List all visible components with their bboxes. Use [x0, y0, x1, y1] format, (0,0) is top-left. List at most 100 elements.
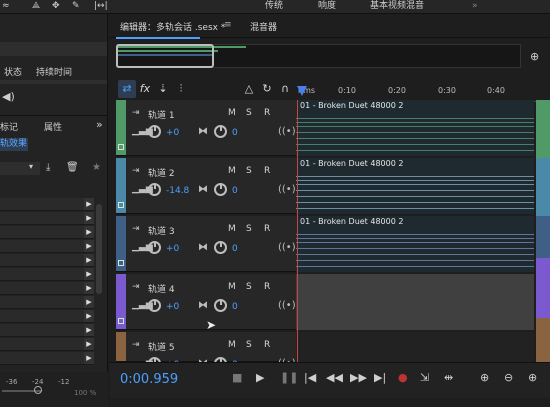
- col-duration[interactable]: 持续时间: [36, 65, 72, 78]
- effect-slot[interactable]: ▶: [0, 268, 94, 281]
- fx-icon[interactable]: fx: [136, 80, 154, 98]
- tab-mixer[interactable]: 混音器: [250, 20, 277, 33]
- tab-track-effects[interactable]: 轨效果: [0, 138, 28, 151]
- volume-value[interactable]: +0: [166, 302, 179, 312]
- effect-slot[interactable]: ▶: [0, 310, 94, 323]
- workspace-loudness[interactable]: 响度: [318, 0, 336, 12]
- trash-icon[interactable]: 🗑: [66, 162, 79, 173]
- record-arm-button[interactable]: R: [264, 340, 270, 350]
- record-arm-button[interactable]: R: [264, 282, 270, 292]
- eq-icon[interactable]: ⫶: [172, 80, 190, 98]
- go-to-start-icon[interactable]: |◀: [304, 371, 316, 384]
- track-name[interactable]: 轨道 3: [148, 224, 175, 237]
- pause-icon[interactable]: ❚❚: [280, 371, 298, 384]
- skip-selection-icon[interactable]: ⇹: [444, 371, 453, 384]
- workspace-more-icon[interactable]: »: [472, 0, 478, 12]
- record-icon[interactable]: ●: [398, 371, 408, 384]
- record-arm-button[interactable]: R: [264, 108, 270, 118]
- rewind-icon[interactable]: ◀◀: [326, 371, 343, 384]
- play-arrow-icon[interactable]: ▶: [84, 240, 94, 252]
- record-arm-button[interactable]: R: [264, 224, 270, 234]
- col-status[interactable]: 状态: [4, 65, 22, 78]
- mute-button[interactable]: M: [228, 166, 236, 176]
- track-name[interactable]: 轨道 2: [148, 166, 175, 179]
- track-select-box[interactable]: [118, 144, 124, 150]
- solo-button[interactable]: S: [246, 108, 252, 118]
- play-arrow-icon[interactable]: ▶: [84, 324, 94, 336]
- effect-slot[interactable]: ▶: [0, 324, 94, 337]
- tab-properties[interactable]: 属性: [44, 120, 62, 133]
- spectral-icon[interactable]: ≈: [2, 0, 10, 12]
- audio-clip[interactable]: 01 - Broken Duet 48000 2: [296, 100, 534, 156]
- play-arrow-icon[interactable]: ▶: [84, 254, 94, 266]
- zoom-in-time-icon[interactable]: ⊕: [528, 371, 537, 384]
- time-select-icon[interactable]: |↔|: [94, 0, 108, 12]
- audio-clip[interactable]: 01 - Broken Duet 48000 2: [296, 216, 534, 272]
- volume-knob[interactable]: [148, 299, 161, 312]
- save-preset-icon[interactable]: ⤓: [46, 162, 50, 173]
- effect-slot[interactable]: ▶: [0, 338, 94, 351]
- tab-editor[interactable]: 编辑器：多轨会话 .sesx *: [120, 20, 225, 33]
- loop-icon[interactable]: ↻: [258, 80, 276, 98]
- track-select-box[interactable]: [118, 318, 124, 324]
- pan-value[interactable]: 0: [232, 186, 238, 196]
- pan-knob[interactable]: [214, 241, 227, 254]
- effect-slot[interactable]: ▶: [0, 198, 94, 211]
- pan-value[interactable]: 0: [232, 302, 238, 312]
- pan-knob[interactable]: [214, 183, 227, 196]
- mute-button[interactable]: M: [228, 282, 236, 292]
- panel-more-icon[interactable]: »: [96, 118, 103, 131]
- effect-slot[interactable]: ▶: [0, 212, 94, 225]
- headphones-icon[interactable]: ∩: [276, 80, 294, 98]
- preset-dropdown[interactable]: [0, 162, 40, 175]
- current-time[interactable]: 0:00.959: [120, 372, 178, 387]
- effect-slot[interactable]: ▶: [0, 226, 94, 239]
- pan-value[interactable]: 0: [232, 128, 238, 138]
- effect-slot[interactable]: ▶: [0, 296, 94, 309]
- send-icon[interactable]: ⇣: [154, 80, 172, 98]
- track-header[interactable]: ⇥轨道 5MSR▁▃▅+0⧓0((•)): [116, 332, 300, 370]
- effect-slot[interactable]: ▶: [0, 282, 94, 295]
- workspace-traditional[interactable]: 传统: [265, 0, 283, 12]
- volume-value[interactable]: +0: [166, 244, 179, 254]
- mute-button[interactable]: M: [228, 340, 236, 350]
- audio-clip[interactable]: 01 - Broken Duet 48000 2: [296, 158, 534, 214]
- meter-handle[interactable]: [34, 386, 42, 394]
- empty-track-lane[interactable]: [296, 332, 534, 362]
- tab-menu-icon[interactable]: ≡: [224, 20, 232, 30]
- record-arm-button[interactable]: R: [264, 166, 270, 176]
- play-arrow-icon[interactable]: ▶: [84, 338, 94, 350]
- volume-knob[interactable]: [148, 125, 161, 138]
- track-header[interactable]: ⇥ 轨道 1 M S R ▁▃▅ +0 ⧓ 0 ((•)): [116, 100, 300, 156]
- scrollbar-thumb[interactable]: [96, 204, 102, 294]
- play-arrow-icon[interactable]: ▶: [84, 282, 94, 294]
- play-icon[interactable]: ▶: [256, 371, 264, 384]
- track-select-box[interactable]: [118, 202, 124, 208]
- play-arrow-icon[interactable]: ▶: [84, 296, 94, 308]
- volume-knob[interactable]: [148, 183, 161, 196]
- pan-value[interactable]: 0: [232, 244, 238, 254]
- play-arrow-icon[interactable]: ▶: [84, 352, 94, 364]
- favorite-star-icon[interactable]: ★: [92, 162, 101, 173]
- solo-button[interactable]: S: [246, 340, 252, 350]
- mute-button[interactable]: M: [228, 224, 236, 234]
- volume-value[interactable]: +0: [166, 128, 179, 138]
- move-tool-icon[interactable]: ✥: [52, 0, 60, 12]
- solo-button[interactable]: S: [246, 224, 252, 234]
- track-header[interactable]: ⇥ 轨道 3 M S R ▁▃▅ +0 ⧓ 0 ((•)): [116, 216, 300, 272]
- track-header[interactable]: ⇥ 轨道 2 M S R ▁▃▅ -14.8 ⧓ 0 ((•)): [116, 158, 300, 214]
- play-arrow-icon[interactable]: ▶: [84, 310, 94, 322]
- track-name[interactable]: 轨道 4: [148, 282, 175, 295]
- brush-icon[interactable]: ✎: [72, 0, 80, 12]
- track-name[interactable]: 轨道 5: [148, 340, 175, 353]
- zoom-out-amplitude-icon[interactable]: ⊖: [504, 371, 513, 384]
- stop-icon[interactable]: ■: [232, 371, 242, 384]
- effect-slot[interactable]: ▶: [0, 352, 94, 365]
- solo-button[interactable]: S: [246, 166, 252, 176]
- fast-forward-icon[interactable]: ▶▶: [350, 371, 367, 384]
- zoom-in-amplitude-icon[interactable]: ⊕: [480, 371, 489, 384]
- volume-value[interactable]: -14.8: [166, 186, 189, 196]
- track-select-box[interactable]: [118, 260, 124, 266]
- play-arrow-icon[interactable]: ▶: [84, 198, 94, 210]
- metronome-icon[interactable]: △: [240, 80, 258, 98]
